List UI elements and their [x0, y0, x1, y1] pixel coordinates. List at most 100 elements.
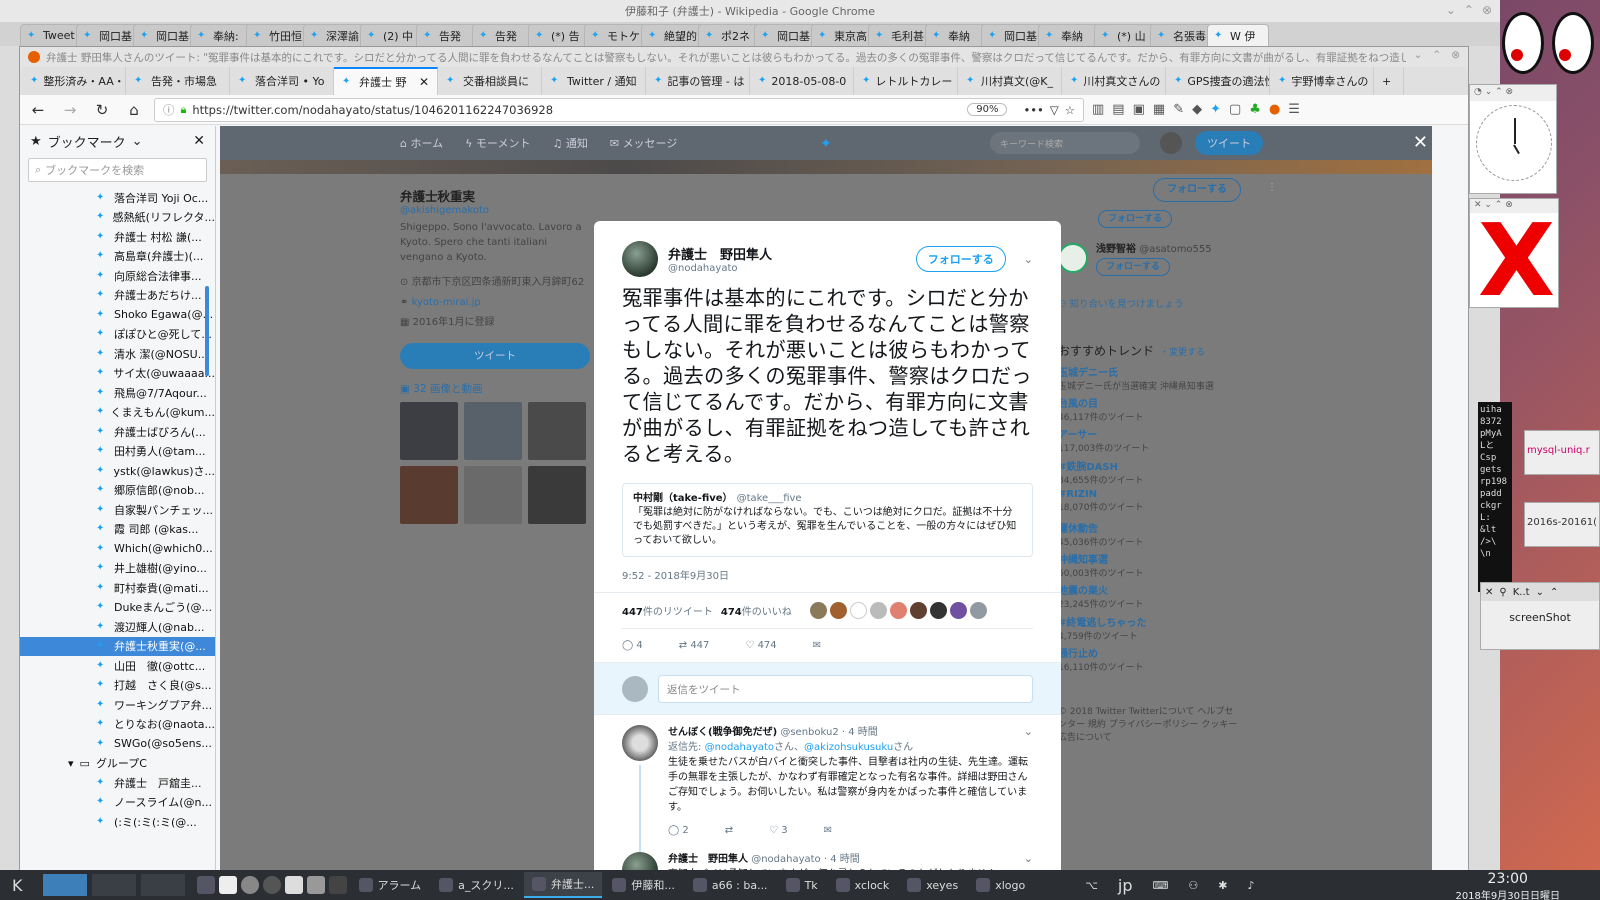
- mention-link[interactable]: @nodahayato: [705, 742, 774, 753]
- editor-window[interactable]: 2016s-20161(: [1524, 502, 1600, 547]
- launcher-icon[interactable]: [240, 876, 259, 894]
- input-icon[interactable]: ⌥: [1077, 872, 1106, 898]
- chrome-tab[interactable]: ✦ (*) 山: [1094, 24, 1156, 46]
- chevron-up-icon[interactable]: ⌃: [1464, 3, 1474, 17]
- chrome-tab[interactable]: ✦ W 伊: [1207, 24, 1269, 46]
- bookmark-item[interactable]: ✦ サイ太(@uwaaaa...: [20, 364, 215, 384]
- close-icon[interactable]: ✕: [1413, 132, 1428, 153]
- chrome-tab[interactable]: ✦ 告発: [472, 24, 534, 46]
- firefox-tab[interactable]: ✦ 落合洋司 • Yo: [230, 67, 334, 95]
- bookmark-item[interactable]: ✦ 打越 さく良(@s...: [20, 676, 215, 696]
- firefox-tab[interactable]: ✦ レトルトカレー: [854, 67, 958, 95]
- find-friends-link[interactable]: ⚇ 知り合いを見つけましょう: [1058, 296, 1258, 310]
- screenshot-button[interactable]: screenShot: [1495, 609, 1585, 626]
- twitter-search-input[interactable]: キーワード検索: [990, 132, 1140, 154]
- bookmark-item[interactable]: ✦ Which(@which0...: [20, 539, 215, 559]
- tk-titlebar[interactable]: ✕ ⚲ K..t ⌄ ⌃: [1481, 583, 1599, 601]
- xlogo-window[interactable]: ✕ ⌄ ⌃ ⊗ X: [1469, 198, 1559, 308]
- chrome-tab[interactable]: ✦ 岡口基: [754, 24, 817, 46]
- pen-icon[interactable]: ✎: [1173, 102, 1184, 117]
- chrome-tab[interactable]: ✦ Tweet: [20, 24, 82, 46]
- task-item[interactable]: xclock: [828, 872, 898, 898]
- avatar[interactable]: [849, 602, 867, 619]
- bookmark-item[interactable]: ✦ 清水 潔(@NOSU...: [20, 344, 215, 364]
- chevron-down-icon[interactable]: ⌄: [1024, 852, 1033, 865]
- trend-item[interactable]: 台風の目 46,117件のツイート: [1058, 395, 1144, 423]
- reload-icon[interactable]: ↻: [90, 98, 114, 122]
- tweet-author-handle[interactable]: @nodahayato: [668, 263, 772, 274]
- bookmark-item[interactable]: ✦ 弁護士あだちけ...: [20, 286, 215, 306]
- bookmark-item[interactable]: ✦ くまえもん(@kum...: [20, 403, 215, 423]
- firefox-tab[interactable]: ✦ 弁護士 野 ✕: [334, 67, 438, 95]
- library-icon[interactable]: ▥: [1092, 102, 1104, 117]
- task-item[interactable]: a_スクリ...: [431, 872, 522, 898]
- menu-icon[interactable]: ☰: [1288, 102, 1300, 117]
- avatar[interactable]: [949, 602, 967, 619]
- media-thumbnail[interactable]: [528, 402, 586, 460]
- bookmark-item[interactable]: ✦ ノースライム(@n...: [20, 793, 215, 813]
- avatar[interactable]: [622, 241, 658, 277]
- kde-menu-icon[interactable]: K: [4, 872, 31, 898]
- avatar[interactable]: [889, 602, 907, 619]
- mention-link[interactable]: @akizohsukusuku: [804, 742, 893, 753]
- tree-icon[interactable]: ♣: [1249, 102, 1261, 117]
- bookmark-item[interactable]: ✦ 渡辺輝人(@nab...: [20, 617, 215, 637]
- bookmark-item[interactable]: ✦ 飛鳥@7/7Aqour...: [20, 383, 215, 403]
- bookmark-item[interactable]: ✦ 町村泰貴(@mati...: [20, 578, 215, 598]
- nav-moments[interactable]: ϟ モーメント: [465, 135, 530, 151]
- bookmark-item[interactable]: ✦ 霞 司郎 (@kas...: [20, 520, 215, 540]
- twitter-bird-icon[interactable]: ✦: [820, 136, 832, 152]
- launcher-icon[interactable]: [196, 876, 215, 894]
- retweet-icon[interactable]: ⇄: [725, 823, 733, 838]
- bookmark-item[interactable]: ✦ 感熱紙(リフレクタ...: [20, 208, 215, 228]
- url-bar[interactable]: ⓘ 🔒︎ https://twitter.com/nodahayato/stat…: [154, 97, 1084, 122]
- dm-button[interactable]: ✉: [813, 640, 821, 651]
- url-text[interactable]: https://twitter.com/nodahayato/status/10…: [192, 103, 553, 117]
- profile-link[interactable]: kyoto-mirai.jp: [412, 297, 481, 308]
- bookmark-item[interactable]: ✦ 田村勇人(@tam...: [20, 442, 215, 462]
- back-icon[interactable]: ←: [26, 98, 50, 122]
- xclock-titlebar[interactable]: ◔ ⌄ ⌃ ⊗: [1470, 85, 1556, 101]
- nav-messages[interactable]: ✉ メッセージ: [610, 135, 678, 151]
- follow-button[interactable]: フォローする: [1096, 258, 1170, 276]
- trend-item[interactable]: #鉄腕DASH 84,655件のツイート: [1058, 458, 1144, 486]
- avatar[interactable]: [869, 602, 887, 619]
- profile-handle[interactable]: @akishigemakoto: [400, 205, 590, 216]
- volume-icon[interactable]: ♪: [1239, 872, 1262, 898]
- bookmark-item[interactable]: ✦ ワーキングプア弁...: [20, 695, 215, 715]
- reply-time[interactable]: · 4 時間: [842, 727, 878, 738]
- tk-window[interactable]: ✕ ⚲ K..t ⌄ ⌃ screenShot: [1480, 582, 1600, 650]
- reply-button[interactable]: ◯ 2: [668, 823, 689, 838]
- more-icon[interactable]: ⋮: [1267, 182, 1277, 193]
- follow-button[interactable]: フォローする: [1153, 178, 1241, 202]
- bookmark-item[interactable]: ✦ ystk(@lawkus)さ...: [20, 461, 215, 481]
- trend-item[interactable]: 運休動告 45,036件のツイート: [1058, 520, 1144, 548]
- task-item[interactable]: xeyes: [899, 872, 966, 898]
- tweet-button[interactable]: ツイート: [1195, 131, 1263, 155]
- forward-icon[interactable]: →: [58, 98, 82, 122]
- bookmark-item[interactable]: ✦ 弁護士 村松 謙(...: [20, 227, 215, 247]
- chrome-tab[interactable]: ✦ 告発: [416, 24, 478, 46]
- chrome-tab[interactable]: ✦ (*) 告: [528, 24, 590, 46]
- network-icon[interactable]: ⚇: [1180, 872, 1206, 898]
- avatar[interactable]: [622, 725, 658, 761]
- firefox-tab[interactable]: ✦ 記事の管理 - は: [646, 67, 750, 95]
- reply-author-name[interactable]: せんぼく(戦争御免だぜ): [668, 727, 777, 738]
- pager-desktop[interactable]: [91, 874, 136, 896]
- bookmark-item[interactable]: ✦ 井上雄樹(@yino...: [20, 559, 215, 579]
- new-tab-button[interactable]: +: [1374, 67, 1404, 95]
- quoted-tweet[interactable]: 中村剛（take-five） @take___five 「冤罪は絶対に防がなければ…: [622, 483, 1033, 557]
- task-item[interactable]: a66 : ba...: [685, 872, 776, 898]
- taskbar-clock[interactable]: 23:00 2018年9月30日日曜日: [1455, 871, 1560, 900]
- bookmark-item[interactable]: ✦ 自家製パンチェッ...: [20, 500, 215, 520]
- launcher-icon[interactable]: [218, 876, 237, 894]
- firefox-tab[interactable]: ✦ 川村真文さんの: [1062, 67, 1166, 95]
- avatar[interactable]: [809, 602, 827, 619]
- avatar[interactable]: [829, 602, 847, 619]
- media-link[interactable]: ▣ 32 画像と動画: [400, 381, 590, 396]
- home-icon[interactable]: ⌂: [122, 98, 146, 122]
- chrome-tab[interactable]: ✦ 毛利甚: [868, 24, 931, 46]
- firefox-tab[interactable]: ✦ 2018-05-08-0: [750, 67, 854, 95]
- triangle-down-icon[interactable]: ▾: [68, 757, 74, 770]
- bookmark-item[interactable]: ✦ ぽぽひと@死して...: [20, 325, 215, 345]
